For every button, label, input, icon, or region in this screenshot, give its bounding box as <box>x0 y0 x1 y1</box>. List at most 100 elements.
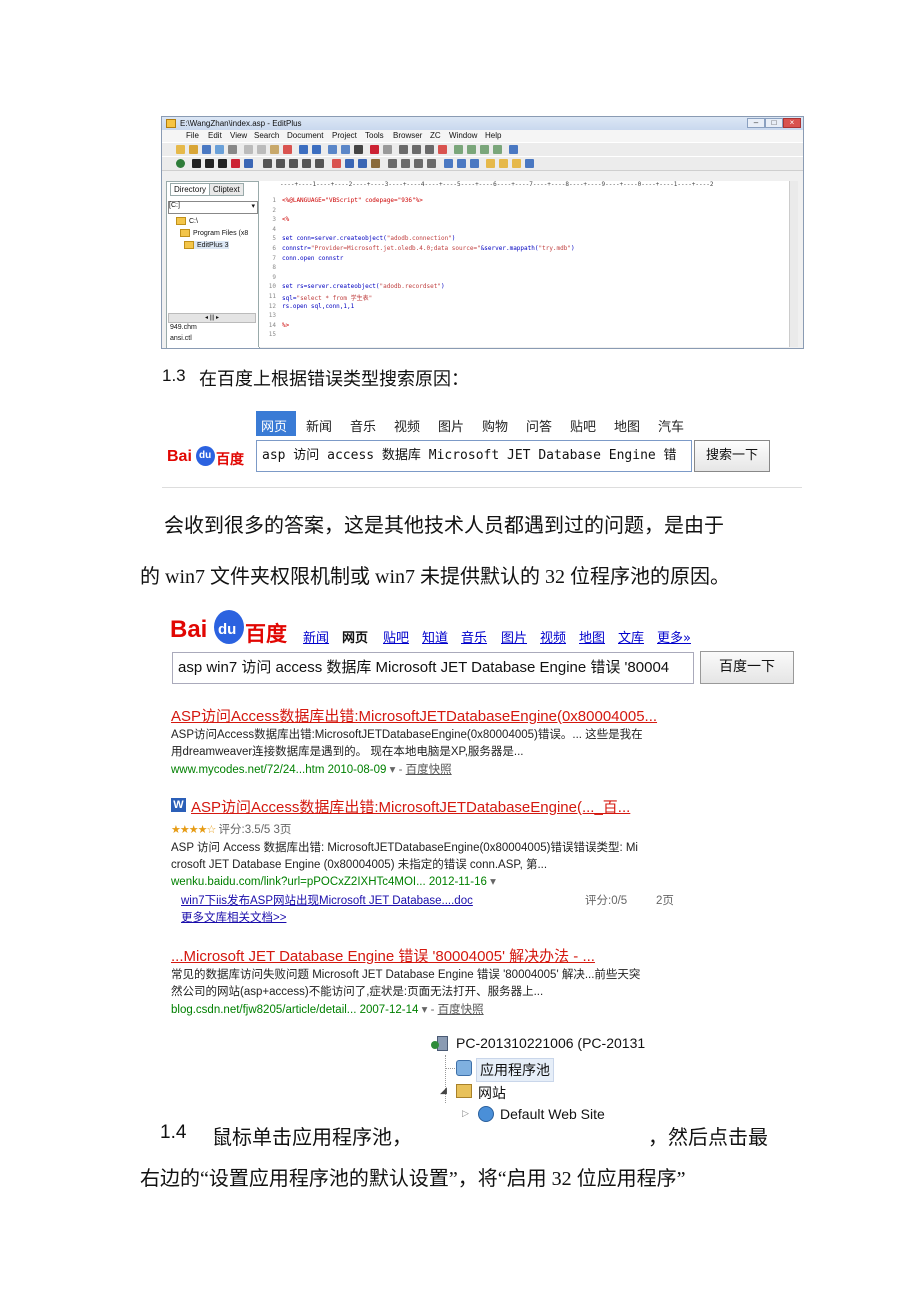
preview-icon[interactable] <box>228 145 237 154</box>
search-input[interactable]: asp 访问 access 数据库 Microsoft JET Database… <box>256 440 692 472</box>
image-icon[interactable] <box>371 159 380 168</box>
close-button[interactable]: × <box>783 118 801 128</box>
nav-map[interactable]: 地图 <box>579 627 605 646</box>
server-node-label[interactable]: PC-201310221006 (PC-20131 <box>456 1035 645 1051</box>
nav-video[interactable]: 视频 <box>540 627 566 646</box>
tab-images[interactable]: 图片 <box>438 416 464 435</box>
vertical-scrollbar[interactable] <box>789 181 798 347</box>
baidu-search-button[interactable]: 百度一下 <box>700 651 794 684</box>
paste-icon[interactable] <box>270 145 279 154</box>
menu-help[interactable]: Help <box>485 131 501 140</box>
div-icon[interactable] <box>457 159 466 168</box>
replace-icon[interactable] <box>341 145 350 154</box>
underline-icon[interactable] <box>218 159 227 168</box>
app-pools-node[interactable]: 应用程序池 <box>476 1058 554 1082</box>
undo-icon[interactable] <box>299 145 308 154</box>
baidu-logo[interactable]: Bai du 百度 <box>167 439 247 471</box>
heading-icon[interactable] <box>383 145 392 154</box>
tab-car[interactable]: 汽车 <box>658 416 684 435</box>
font-color-icon[interactable] <box>231 159 240 168</box>
nav-images[interactable]: 图片 <box>501 627 527 646</box>
span-icon[interactable] <box>470 159 479 168</box>
italic-icon[interactable] <box>205 159 214 168</box>
tree-item-c[interactable]: C:\ <box>176 217 198 225</box>
input-icon[interactable] <box>414 159 423 168</box>
save-icon[interactable] <box>202 145 211 154</box>
result-title[interactable]: ...Microsoft JET Database Engine 错误 '800… <box>171 945 595 966</box>
special-char-icon[interactable] <box>512 159 521 168</box>
anchor-icon[interactable] <box>358 159 367 168</box>
paragraph-icon[interactable] <box>289 159 298 168</box>
nav-wenku[interactable]: 文库 <box>618 627 644 646</box>
word-wrap-icon[interactable] <box>399 145 408 154</box>
result-title[interactable]: ASP访问Access数据库出错:MicrosoftJETDatabaseEng… <box>171 705 657 726</box>
comment-icon[interactable] <box>332 159 341 168</box>
tab-video[interactable]: 视频 <box>394 416 420 435</box>
menu-window[interactable]: Window <box>449 131 477 140</box>
bold-icon[interactable] <box>192 159 201 168</box>
tile-icon[interactable] <box>467 145 476 154</box>
break-icon[interactable] <box>276 159 285 168</box>
nav-news[interactable]: 新闻 <box>303 627 329 646</box>
ruler-icon[interactable] <box>412 145 421 154</box>
tree-item-editplus[interactable]: EditPlus 3 <box>184 241 229 249</box>
menu-project[interactable]: Project <box>332 131 357 140</box>
code-editor[interactable] <box>258 181 797 347</box>
script-icon[interactable] <box>486 159 495 168</box>
expand-arrow-icon[interactable]: ◢ <box>440 1086 447 1096</box>
cascade-icon[interactable] <box>480 145 489 154</box>
search-button[interactable]: 搜索一下 <box>694 440 770 472</box>
chevron-down-icon[interactable]: ▾ - <box>390 764 406 776</box>
sites-node[interactable]: 网站 <box>478 1083 506 1103</box>
chevron-down-icon[interactable]: ▾ - <box>422 1004 438 1016</box>
default-web-site-node[interactable]: Default Web Site <box>500 1106 605 1122</box>
tab-tieba[interactable]: 贴吧 <box>570 416 596 435</box>
search-input[interactable]: asp win7 访问 access 数据库 Microsoft JET Dat… <box>172 652 694 684</box>
align-icon[interactable] <box>444 159 453 168</box>
tab-shopping[interactable]: 购物 <box>482 416 508 435</box>
tab-qa[interactable]: 问答 <box>526 416 552 435</box>
textarea-icon[interactable] <box>427 159 436 168</box>
menu-zc[interactable]: ZC <box>430 131 441 140</box>
find-icon[interactable] <box>328 145 337 154</box>
browser-icon[interactable] <box>176 159 185 168</box>
link-icon[interactable] <box>345 159 354 168</box>
view-source-icon[interactable] <box>525 159 534 168</box>
result-title[interactable]: ASP访问Access数据库出错:MicrosoftJETDatabaseEng… <box>191 796 630 817</box>
tab-directory[interactable]: Directory <box>170 183 211 196</box>
menu-tools[interactable]: Tools <box>365 131 384 140</box>
file-item[interactable]: 949.chm <box>170 324 197 331</box>
horizontal-scrollbar[interactable]: ◂ ||| ▸ <box>168 313 256 323</box>
redo-icon[interactable] <box>312 145 321 154</box>
baidu-logo-large[interactable]: Bai du 百度 <box>170 606 290 648</box>
print-icon[interactable] <box>215 145 224 154</box>
tab-music[interactable]: 音乐 <box>350 416 376 435</box>
cut-icon[interactable] <box>244 145 253 154</box>
form-icon[interactable] <box>401 159 410 168</box>
line-number-icon[interactable] <box>425 145 434 154</box>
copy-icon[interactable] <box>257 145 266 154</box>
cache-link[interactable]: 百度快照 <box>406 764 452 776</box>
nav-tieba[interactable]: 贴吧 <box>383 627 409 646</box>
tab-news[interactable]: 新闻 <box>306 416 332 435</box>
nav-more[interactable]: 更多» <box>657 627 691 646</box>
nav-zhidao[interactable]: 知道 <box>422 627 448 646</box>
spellcheck-icon[interactable] <box>438 145 447 154</box>
cache-link[interactable]: 百度快照 <box>438 1004 484 1016</box>
chevron-down-icon[interactable]: ▾ <box>490 876 496 888</box>
tab-web[interactable]: 网页 <box>261 416 287 435</box>
delete-icon[interactable] <box>283 145 292 154</box>
window-icon[interactable] <box>454 145 463 154</box>
tab-map[interactable]: 地图 <box>614 416 640 435</box>
nbsp-icon[interactable] <box>263 159 272 168</box>
font-icon[interactable] <box>370 145 379 154</box>
fullscreen-icon[interactable] <box>493 145 502 154</box>
tab-cliptext[interactable]: Cliptext <box>209 183 244 196</box>
new-file-icon[interactable] <box>176 145 185 154</box>
style-icon[interactable] <box>302 159 311 168</box>
css-icon[interactable] <box>499 159 508 168</box>
menu-browser[interactable]: Browser <box>393 131 422 140</box>
table-icon[interactable] <box>388 159 397 168</box>
menu-search[interactable]: Search <box>254 131 279 140</box>
minimize-button[interactable]: – <box>747 118 765 128</box>
